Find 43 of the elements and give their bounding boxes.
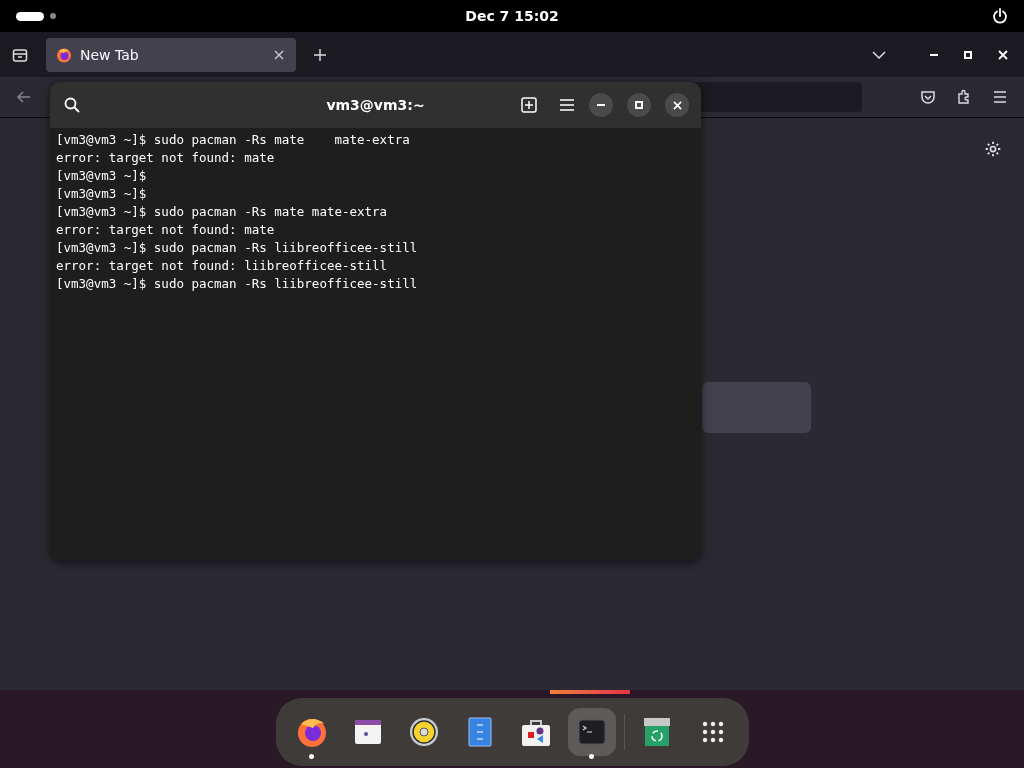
app-grid-icon [701,721,724,743]
workspace-indicator[interactable] [16,11,44,21]
terminal-line: [vm3@vm3 ~]$ sudo pacman -Rs liibreofficee-still [56,275,418,293]
fox-icon [295,716,328,748]
terminal-line: [vm3@vm3 ~]$ sudo pacman -Rs mate mate-extra [56,203,388,221]
terminal-line: [vm3@vm3 ~]$ sudo pacman -Rs liibreofficee-still [56,239,418,257]
browser-tab[interactable]: New Tab [46,37,296,72]
puzzle-icon[interactable] [956,89,972,105]
search-icon[interactable] [64,97,80,113]
maximize-icon[interactable] [964,50,972,59]
tab-list-icon[interactable] [12,46,28,63]
close-button[interactable] [665,93,689,117]
terminal-icon [577,718,606,746]
back-icon[interactable] [16,89,32,105]
clock[interactable]: Dec 7 15:02 [465,8,559,24]
pocket-icon[interactable] [920,89,936,105]
close-icon[interactable] [274,49,284,60]
fox-icon [56,46,72,63]
terminal-line: error: target not found: mate [56,149,275,167]
calendar-icon [353,718,382,746]
chevron-down-icon[interactable] [872,50,886,59]
menu-icon[interactable] [992,89,1008,105]
terminal-line: [vm3@vm3 ~]$ sudo pacman -Rs mate mate-extra [56,131,410,149]
terminal-line: error: target not found: mate [56,221,275,239]
minimize-icon [597,104,605,106]
close-icon [672,100,682,110]
terminal-line: [vm3@vm3 ~]$ [56,167,147,185]
minimize-button[interactable] [589,93,613,117]
window-title: vm3@vm3:~ [326,97,425,113]
settings-icon[interactable] [984,140,1002,158]
terminal-line: [vm3@vm3 ~]$ [56,185,147,203]
menu-icon[interactable] [559,98,575,112]
shopping-bag-icon [520,717,551,747]
file-cabinet-icon [467,717,492,747]
terminal-line: error: target not found: liibreofficee-still [56,257,388,275]
power-icon[interactable] [992,8,1008,24]
minimize-icon[interactable] [930,53,938,56]
new-tab-icon[interactable] [314,48,326,61]
maximize-button[interactable] [627,93,651,117]
maximize-icon [635,101,643,109]
recycle-bin-icon [642,717,671,747]
shortcut-tile[interactable] [702,382,811,433]
speaker-icon [408,717,439,747]
